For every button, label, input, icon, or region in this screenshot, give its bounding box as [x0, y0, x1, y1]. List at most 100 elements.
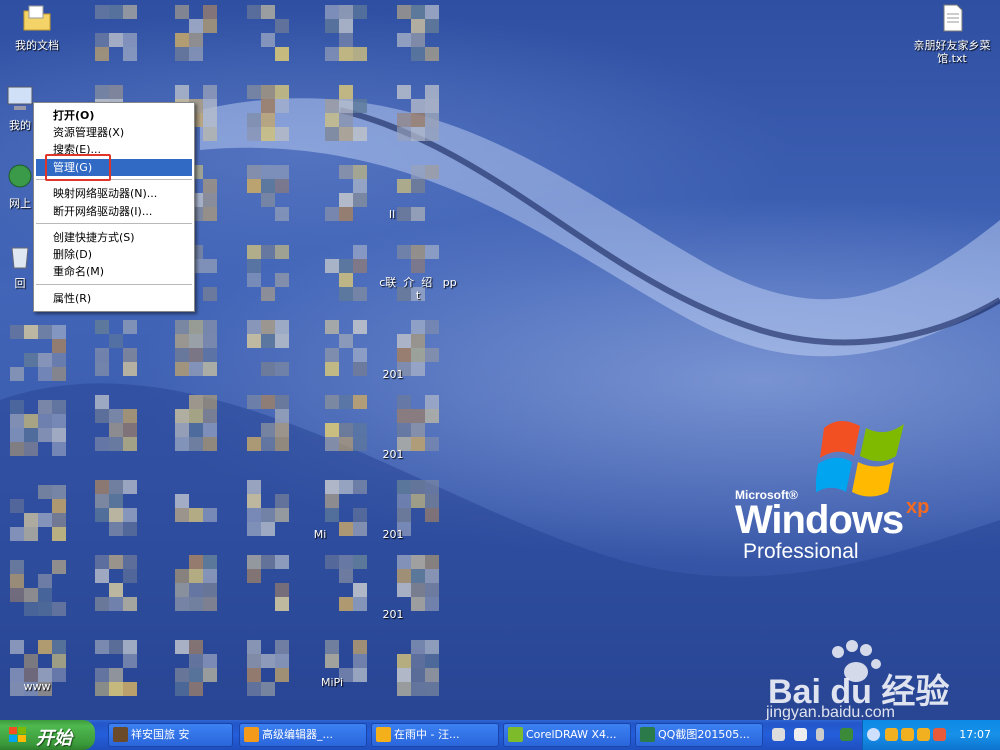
- mosaic-tile: [95, 640, 109, 654]
- mosaic-tile: [95, 597, 109, 611]
- menu-item-explorer[interactable]: 资源管理器(X): [36, 124, 192, 141]
- qq-icon[interactable]: [901, 728, 914, 741]
- mosaic-tile: [38, 325, 52, 339]
- mosaic-tile: [95, 555, 109, 569]
- mosaic-tile: [52, 513, 66, 527]
- mosaic-tile: [411, 5, 425, 19]
- chevron-down-icon[interactable]: [816, 728, 824, 741]
- mosaic-tile: [247, 682, 261, 696]
- mosaic-tile: [353, 287, 367, 301]
- taskbar-button[interactable]: 高级编辑器_...: [239, 723, 367, 747]
- mosaic-tile: [339, 85, 353, 99]
- taskbar-button[interactable]: 在雨中 - 汪...: [371, 723, 499, 747]
- mipi-file-label: MiPi: [321, 676, 343, 689]
- mosaic-tile: [10, 442, 24, 456]
- taskbar-button-label: CorelDRAW X4...: [526, 728, 617, 741]
- mosaic-tile: [411, 437, 425, 451]
- mosaic-tile: [397, 113, 411, 127]
- mosaic-tile: [411, 127, 425, 141]
- mosaic-tile: [109, 33, 123, 47]
- menu-item-open[interactable]: 打开(O): [36, 107, 192, 124]
- mosaic-tile: [175, 5, 189, 19]
- mosaic-tile: [411, 179, 425, 193]
- mosaic-tile: [353, 245, 367, 259]
- qq-icon[interactable]: [885, 728, 898, 741]
- mosaic-tile: [123, 480, 137, 494]
- menu-item-delete[interactable]: 删除(D): [36, 246, 192, 263]
- mosaic-tile: [175, 640, 189, 654]
- mosaic-tile: [247, 245, 261, 259]
- mosaic-tile: [38, 640, 52, 654]
- mosaic-tile: [339, 193, 353, 207]
- mosaic-tile: [275, 423, 289, 437]
- mosaic-tile: [247, 165, 261, 179]
- mosaic-tile: [189, 508, 203, 522]
- mosaic-tile: [425, 47, 439, 61]
- mosaic-tile: [339, 5, 353, 19]
- taskbar-button[interactable]: 祥安国旅 安: [108, 723, 233, 747]
- mosaic-tile: [175, 597, 189, 611]
- mosaic-tile: [261, 362, 275, 376]
- mosaic-tile: [123, 423, 137, 437]
- mosaic-tile: [411, 583, 425, 597]
- menu-item-create-shortcut[interactable]: 创建快捷方式(S): [36, 229, 192, 246]
- mosaic-tile: [38, 367, 52, 381]
- mosaic-tile: [95, 395, 109, 409]
- menu-item-properties[interactable]: 属性(R): [36, 290, 192, 307]
- mosaic-tile: [247, 555, 261, 569]
- text-file-icon[interactable]: 亲朋好友家乡菜馆.txt: [912, 2, 992, 65]
- mosaic-tile: [203, 127, 217, 141]
- start-button[interactable]: 开始: [0, 720, 95, 750]
- mosaic-tile: [123, 320, 137, 334]
- mosaic-tile: [411, 480, 425, 494]
- mosaic-tile: [353, 348, 367, 362]
- mosaic-tile: [95, 668, 109, 682]
- desktop[interactable]: 我的文档 我的 网上 回 亲朋好友家乡菜馆.txt c联 介 绍 ppt Il: [0, 0, 1000, 720]
- qq-icon[interactable]: [917, 728, 930, 741]
- mosaic-tile: [24, 414, 38, 428]
- tray-app-icon[interactable]: [933, 728, 946, 741]
- mosaic-tile: [123, 437, 137, 451]
- mosaic-tile: [275, 583, 289, 597]
- mosaic-tile: [189, 640, 203, 654]
- mosaic-tile: [353, 522, 367, 536]
- mosaic-tile: [109, 555, 123, 569]
- menu-item-map-drive[interactable]: 映射网络驱动器(N)...: [36, 185, 192, 202]
- mosaic-tile: [325, 555, 339, 569]
- mosaic-tile: [275, 165, 289, 179]
- mosaic-tile: [203, 654, 217, 668]
- menu-item-disconnect-drive[interactable]: 断开网络驱动器(I)...: [36, 203, 192, 220]
- mosaic-tile: [10, 325, 24, 339]
- mosaic-tile: [189, 334, 203, 348]
- mosaic-tile: [95, 569, 109, 583]
- taskbar-button[interactable]: CorelDRAW X4...: [503, 723, 631, 747]
- mosaic-tile: [397, 334, 411, 348]
- mosaic-tile: [38, 588, 52, 602]
- chevron-left-icon[interactable]: [867, 728, 880, 741]
- mosaic-tile: [38, 400, 52, 414]
- mosaic-tile: [189, 423, 203, 437]
- help-icon[interactable]: [794, 728, 807, 741]
- mosaic-tile: [325, 19, 339, 33]
- mosaic-tile: [247, 320, 261, 334]
- mosaic-tile: [353, 395, 367, 409]
- mosaic-tile: [339, 437, 353, 451]
- mosaic-tile: [397, 682, 411, 696]
- taskbar-button[interactable]: QQ截图201505...: [635, 723, 763, 747]
- mosaic-tile: [353, 480, 367, 494]
- keyboard-icon[interactable]: [772, 728, 785, 741]
- mosaic-tile: [325, 508, 339, 522]
- mosaic-tile: [247, 85, 261, 99]
- menu-item-rename[interactable]: 重命名(M): [36, 263, 192, 280]
- mosaic-tile: [411, 362, 425, 376]
- mosaic-tile: [95, 85, 109, 99]
- my-documents-icon[interactable]: 我的文档: [2, 2, 72, 52]
- computer-icon: [7, 86, 33, 110]
- mosaic-tile: [123, 409, 137, 423]
- mosaic-tile: [109, 640, 123, 654]
- mosaic-tile: [397, 33, 411, 47]
- battery-icon[interactable]: [840, 728, 853, 741]
- icon-label: 我的文档: [15, 39, 59, 52]
- mosaic-tile: [275, 273, 289, 287]
- mosaic-tile: [397, 508, 411, 522]
